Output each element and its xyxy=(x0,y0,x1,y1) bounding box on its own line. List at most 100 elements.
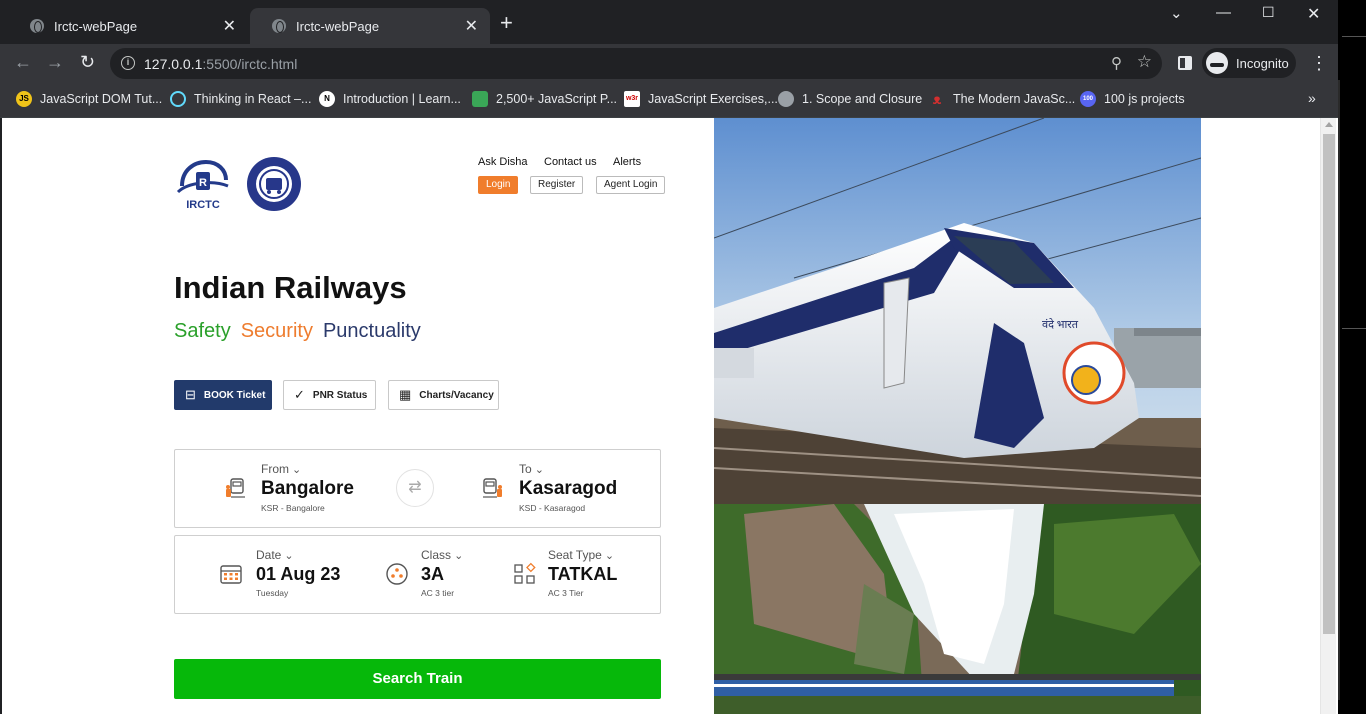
incognito-label: Incognito xyxy=(1236,55,1289,71)
close-icon[interactable]: ✕ xyxy=(223,16,236,36)
tab-charts-vacancy[interactable]: ▦ Charts/Vacancy xyxy=(388,380,499,410)
page-viewport: R IRCTC Ask Disha Contact us Alerts Logi… xyxy=(2,118,1338,714)
divider xyxy=(1342,36,1366,37)
tab-strip: Irctc-webPage ✕ Irctc-webPage ✕ + ⌄ — ☐ … xyxy=(0,0,1338,44)
swap-stations-button[interactable]: ⇄ xyxy=(396,469,434,507)
class-field[interactable]: Class 3A AC 3 tier xyxy=(421,548,463,598)
tab-title: Irctc-webPage xyxy=(54,18,138,34)
bookmark-item[interactable]: 2,500+ JavaScript P... xyxy=(472,91,617,107)
to-station: KSD - Kasaragod xyxy=(519,503,586,513)
bookmark-item[interactable]: w3r JavaScript Exercises,... xyxy=(624,91,778,107)
calendar-icon xyxy=(220,565,242,584)
globe-icon xyxy=(778,91,794,107)
tagline-security: Security xyxy=(240,320,313,342)
incognito-profile[interactable]: Incognito xyxy=(1202,48,1296,78)
bookmark-item[interactable]: 1. Scope and Closure xyxy=(778,91,922,107)
side-panel-icon[interactable] xyxy=(1178,56,1192,70)
to-label: To xyxy=(519,462,617,476)
tab-pnr-status[interactable]: ✓ PNR Status xyxy=(283,380,376,410)
bookmark-label: Introduction | Learn... xyxy=(343,92,461,106)
tab-label: Charts/Vacancy xyxy=(419,389,494,401)
tab-search-icon[interactable]: ⌄ xyxy=(1170,4,1183,22)
url-host: 127.0.0.1 xyxy=(144,56,203,72)
class-desc: AC 3 tier xyxy=(421,588,455,598)
irctc-logo: R IRCTC xyxy=(176,159,229,211)
seat-type-field[interactable]: Seat Type TATKAL AC 3 Tier xyxy=(548,548,617,598)
react-icon xyxy=(170,91,186,107)
new-tab-button[interactable]: + xyxy=(500,12,513,34)
w3resource-icon xyxy=(472,91,488,107)
seat-type-label: Seat Type xyxy=(548,548,617,562)
date-value: 01 Aug 23 xyxy=(256,564,341,584)
reload-icon[interactable]: ↻ xyxy=(80,52,95,73)
url-path: :5500/irctc.html xyxy=(202,56,298,72)
forward-icon[interactable]: → xyxy=(46,52,64,73)
bookmark-star-icon[interactable]: ☆ xyxy=(1137,52,1152,72)
ask-disha-link[interactable]: Ask Disha xyxy=(478,156,528,168)
date-field[interactable]: Date 01 Aug 23 Tuesday xyxy=(256,548,340,598)
bookmark-label: Thinking in React –... xyxy=(194,92,312,106)
search-train-button[interactable]: Search Train xyxy=(174,659,661,699)
options-card: Date 01 Aug 23 Tuesday Class 3A AC 3 tie… xyxy=(174,535,661,614)
next-icon: N xyxy=(319,91,335,107)
scroll-up-icon[interactable] xyxy=(1325,122,1333,127)
zoom-icon[interactable]: ⚲ xyxy=(1111,54,1122,72)
maximize-icon[interactable]: ☐ xyxy=(1262,4,1275,21)
chart-icon: ▦ xyxy=(399,387,412,402)
js-icon: JS xyxy=(16,91,32,107)
divider xyxy=(1338,80,1340,700)
tab-title: Irctc-webPage xyxy=(296,18,380,34)
bookmarks-bar: JS JavaScript DOM Tut... Thinking in Reac… xyxy=(0,82,1338,118)
background-window-edge xyxy=(1338,0,1366,714)
tab-label: BOOK Ticket xyxy=(203,389,266,401)
site-info-icon[interactable]: i xyxy=(121,56,135,70)
indian-railways-logo xyxy=(247,157,301,211)
close-window-icon[interactable]: ✕ xyxy=(1307,4,1320,24)
to-field[interactable]: To Kasaragod KSD - Kasaragod xyxy=(519,462,617,513)
bookmark-item[interactable]: JS JavaScript DOM Tut... xyxy=(16,91,162,107)
tagline: Safety Security Punctuality xyxy=(174,320,421,343)
agent-login-button[interactable]: Agent Login xyxy=(596,176,666,194)
logo-text: IRCTC xyxy=(186,199,220,211)
url-text[interactable]: 127.0.0.1:5500/irctc.html xyxy=(144,56,297,72)
bookmark-item[interactable]: N Introduction | Learn... xyxy=(319,91,461,107)
close-icon[interactable]: ✕ xyxy=(465,16,478,36)
register-button[interactable]: Register xyxy=(530,176,584,194)
date-label: Date xyxy=(256,548,340,562)
login-button[interactable]: Login xyxy=(478,176,519,194)
bookmark-label: 100 js projects xyxy=(1104,92,1185,106)
browser-tab-active[interactable]: Irctc-webPage ✕ xyxy=(250,8,490,44)
address-bar[interactable]: i 127.0.0.1:5500/irctc.html ⚲ ☆ xyxy=(110,48,1162,79)
from-field[interactable]: From Bangalore KSR - Bangalore xyxy=(261,462,354,513)
globe-icon xyxy=(30,19,44,33)
bookmark-label: The Modern JavaSc... xyxy=(953,92,1076,106)
more-bookmarks-icon[interactable]: » xyxy=(1308,90,1316,106)
jsprojects-icon: 100 xyxy=(1080,91,1096,107)
minimize-icon[interactable]: — xyxy=(1216,4,1231,21)
javascript-info-icon: ᴥ xyxy=(932,91,942,107)
contact-us-link[interactable]: Contact us xyxy=(544,156,597,168)
bookmark-item[interactable]: 100 100 js projects xyxy=(1080,91,1185,107)
from-label: From xyxy=(261,462,354,476)
class-value: 3A xyxy=(421,564,445,584)
back-icon[interactable]: ← xyxy=(14,52,32,73)
page-scrollbar[interactable] xyxy=(1320,118,1336,714)
scroll-thumb[interactable] xyxy=(1323,134,1335,634)
browser-window: Irctc-webPage ✕ Irctc-webPage ✕ + ⌄ — ☐ … xyxy=(0,0,1338,714)
browser-tab[interactable]: Irctc-webPage ✕ xyxy=(8,8,248,44)
tab-book-ticket[interactable]: ⊟ BOOK Ticket xyxy=(174,380,272,410)
divider xyxy=(1342,328,1366,329)
journey-card: From Bangalore KSR - Bangalore ⇄ To Kasa… xyxy=(174,449,661,528)
menu-icon[interactable]: ⋮ xyxy=(1310,53,1328,74)
check-icon: ✓ xyxy=(294,387,305,402)
browser-toolbar: ← → ↻ i 127.0.0.1:5500/irctc.html ⚲ ☆ In… xyxy=(0,44,1338,82)
swap-icon: ⇄ xyxy=(408,479,422,496)
alerts-link[interactable]: Alerts xyxy=(613,156,641,168)
bookmark-label: JavaScript DOM Tut... xyxy=(40,92,163,106)
train-icon xyxy=(226,478,245,498)
incognito-icon xyxy=(1206,52,1228,74)
bookmark-item[interactable]: ᴥ The Modern JavaSc... xyxy=(929,91,1076,107)
class-icon xyxy=(386,563,408,585)
tagline-safety: Safety xyxy=(174,320,231,342)
bookmark-item[interactable]: Thinking in React –... xyxy=(170,91,311,107)
